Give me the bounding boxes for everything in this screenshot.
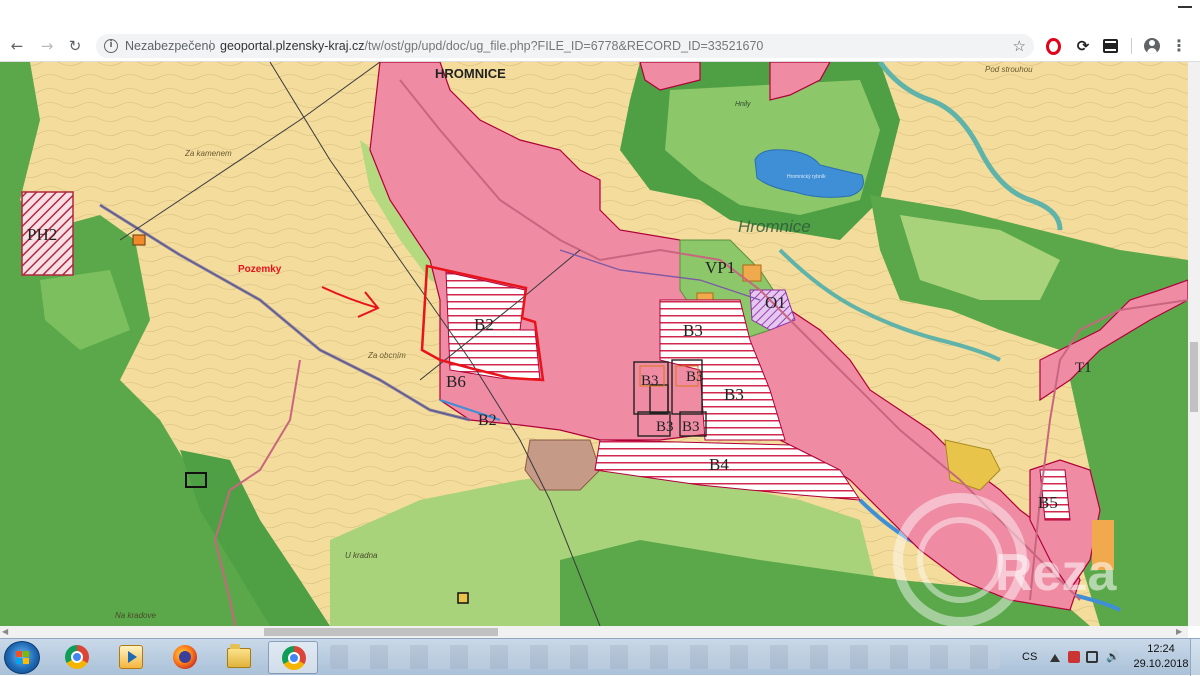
network-icon[interactable] xyxy=(1086,651,1098,663)
label-za-kamenem: Za kamenem xyxy=(184,149,232,158)
tray-expand-icon[interactable] xyxy=(1050,654,1060,662)
back-icon[interactable]: ← xyxy=(8,37,26,55)
label-na-kradove: Na kradove xyxy=(115,611,156,620)
watermark-text: Reza xyxy=(995,544,1117,602)
url-host: geoportal.plzensky-kraj.cz xyxy=(220,39,365,53)
media-player-icon xyxy=(119,645,143,669)
firefox-icon xyxy=(173,645,197,669)
zone-label-b5: B5 xyxy=(1038,493,1058,512)
zone-label-o1: O1 xyxy=(765,293,786,312)
address-bar[interactable]: i Nezabezpečeno geoportal.plzensky-kraj.… xyxy=(96,34,1034,58)
sync-icon[interactable]: ⟳ xyxy=(1074,37,1092,55)
menu-icon[interactable]: ⋮ xyxy=(1170,37,1188,55)
opera-icon[interactable] xyxy=(1046,38,1061,55)
reload-icon[interactable]: ↻ xyxy=(66,37,84,55)
scroll-right-icon[interactable]: ▶ xyxy=(1176,626,1182,638)
zone-label-b3-b: B3 xyxy=(686,369,704,385)
clock-date: 29.10.2018 xyxy=(1133,658,1189,670)
taskbar-media-player[interactable] xyxy=(106,641,156,674)
zone-label-b2: B2 xyxy=(474,315,494,334)
taskbar: CS 🔊 12:24 29.10.2018 xyxy=(0,638,1200,676)
zone-label-b4: B4 xyxy=(709,455,729,474)
clock-time: 12:24 xyxy=(1147,643,1175,655)
profile-icon[interactable] xyxy=(1144,38,1160,54)
zone-label-b2-small: B2 xyxy=(478,412,497,429)
address-divider xyxy=(210,40,211,52)
taskbar-clock[interactable]: 12:24 29.10.2018 xyxy=(1130,642,1192,672)
security-label: Nezabezpečeno xyxy=(125,39,216,53)
chrome-icon xyxy=(282,646,306,670)
horizontal-scroll-thumb[interactable] xyxy=(264,628,498,636)
label-pod-strouhou: Pod strouhou xyxy=(985,65,1033,74)
url-text[interactable]: geoportal.plzensky-kraj.cz/tw/ost/gp/upd… xyxy=(220,34,763,58)
taskbar-blurred-region xyxy=(330,645,1000,669)
zone-label-vp1: VP1 xyxy=(705,258,735,277)
label-hnily: Hnily xyxy=(735,101,751,108)
forward-icon[interactable]: → xyxy=(38,37,56,55)
zone-label-ph2: PH2 xyxy=(27,225,57,244)
volume-icon[interactable]: 🔊 xyxy=(1106,651,1120,663)
zone-label-b3-a: B3 xyxy=(641,373,659,389)
window-titlebar xyxy=(0,0,1200,30)
zone-label-b3-d: B3 xyxy=(656,419,674,435)
scroll-left-icon[interactable]: ◀ xyxy=(2,626,8,638)
info-icon[interactable]: i xyxy=(104,39,118,53)
label-pozemky: Pozemky xyxy=(238,264,282,275)
start-button[interactable] xyxy=(4,641,40,674)
marker-yellow xyxy=(457,592,469,604)
label-area-hromnice: Hromnice xyxy=(738,217,811,236)
zone-label-b6: B6 xyxy=(446,372,466,391)
star-icon[interactable]: ☆ xyxy=(1013,34,1026,58)
zone-label-b3-main: B3 xyxy=(683,321,703,340)
marker-orange xyxy=(132,234,146,246)
zone-label-b3-c: B3 xyxy=(724,385,744,404)
explorer-icon xyxy=(227,644,251,668)
taskbar-explorer[interactable] xyxy=(214,641,264,674)
label-village: HROMNICE xyxy=(435,66,506,81)
label-u-kradna: U kradna xyxy=(345,551,378,560)
toolbar-divider xyxy=(1131,38,1132,54)
label-za-obcnikem: Za obcním xyxy=(367,351,406,360)
vertical-scroll-thumb[interactable] xyxy=(1190,342,1198,412)
minimize-icon[interactable] xyxy=(1178,6,1192,8)
zone-label-b3-e: B3 xyxy=(682,419,700,435)
url-path: /tw/ost/gp/upd/doc/ug_file.php?FILE_ID=6… xyxy=(364,39,764,53)
show-desktop-button[interactable] xyxy=(1190,639,1200,676)
vertical-scrollbar[interactable] xyxy=(1188,62,1200,626)
taskbar-chrome[interactable] xyxy=(52,641,102,674)
taskbar-chrome-active[interactable] xyxy=(268,641,318,674)
language-indicator[interactable]: CS xyxy=(1022,639,1037,676)
chrome-icon xyxy=(65,645,89,669)
extension-icon[interactable] xyxy=(1103,39,1118,53)
zoning-map[interactable]: Reza HROMNICE Hromnice Za kamenem Pozemk… xyxy=(0,62,1188,626)
windows-icon xyxy=(16,651,30,665)
tray-app-icon[interactable] xyxy=(1068,651,1080,663)
taskbar-firefox[interactable] xyxy=(160,641,210,674)
label-rybnik: Hromnický rybník xyxy=(787,174,826,180)
zone-label-t1: T1 xyxy=(1075,360,1092,376)
browser-toolbar: ← → ↻ i Nezabezpečeno geoportal.plzensky… xyxy=(0,30,1200,62)
horizontal-scrollbar[interactable]: ◀ ▶ xyxy=(0,626,1188,638)
